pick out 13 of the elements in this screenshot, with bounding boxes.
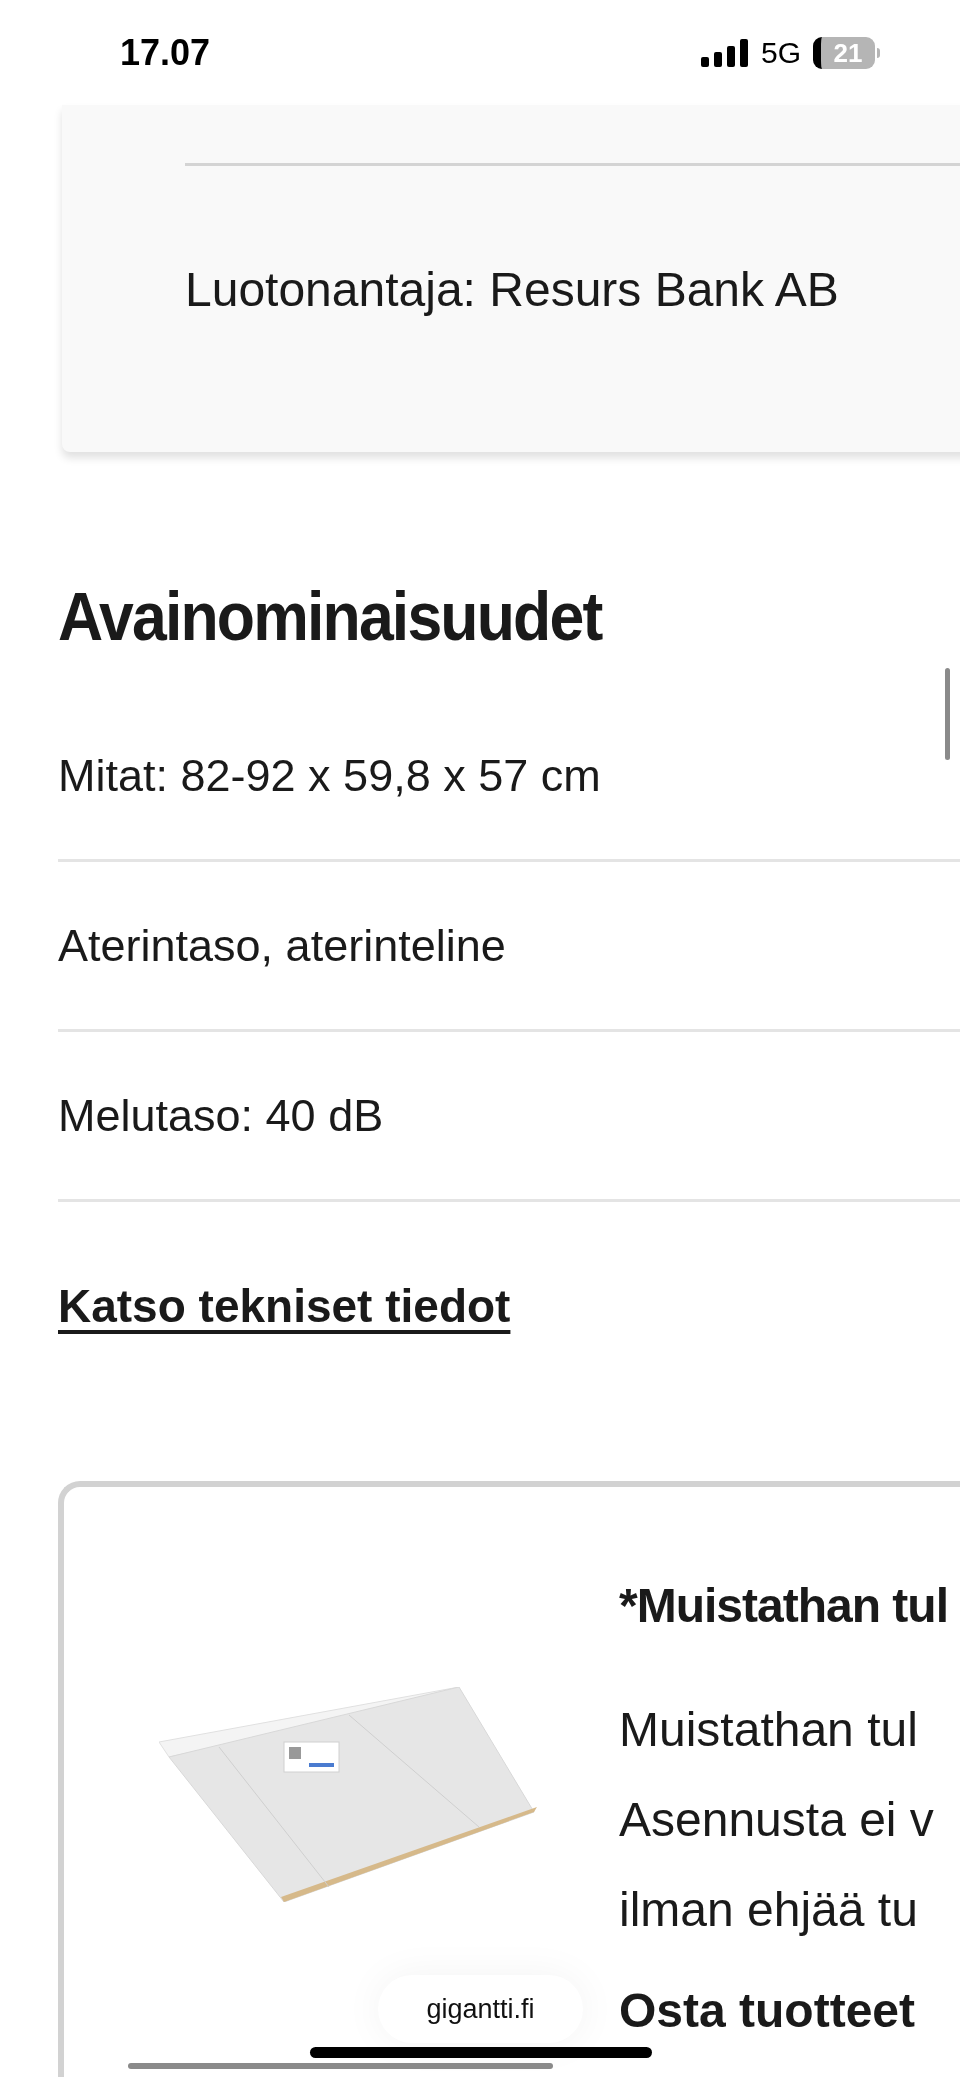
section-heading: Avainominaisuudet [58,582,603,650]
feature-text: Melutaso: 40 dB [58,1088,384,1143]
address-pill: gigantti.fi [378,1975,583,2043]
lender-text: Luotonantaja: Resurs Bank AB [185,266,840,314]
signal-icon [700,38,749,67]
promo-paragraph: Muistathan tul Asennusta ei v ilman ehjää tu [619,1702,935,1938]
battery-indicator: 21 [813,36,880,69]
promo-heading: *Muistathan tul [619,1582,948,1630]
feature-text: Mitat: 82-92 x 59,8 x 57 cm [58,748,601,803]
status-time: 17.07 [120,30,211,75]
network-label: 5G [760,35,801,71]
feature-text: Aterintaso, aterinteline [58,918,506,973]
technical-specs-link[interactable]: Katso tekniset tiedot [58,1272,511,1341]
